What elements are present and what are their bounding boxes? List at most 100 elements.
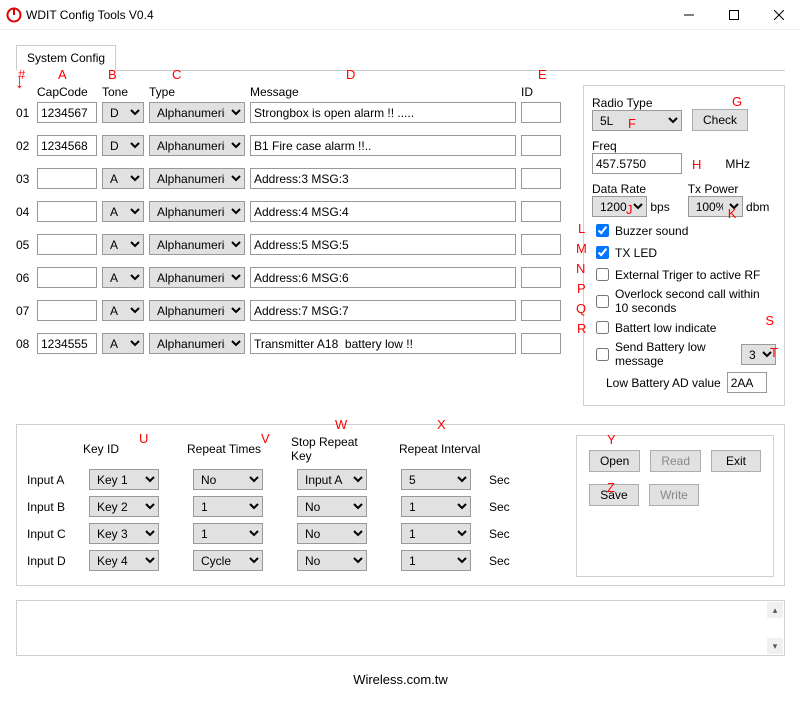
tone-select[interactable]: A: [102, 267, 144, 288]
repeattimes-select[interactable]: 1: [193, 523, 263, 544]
type-select[interactable]: Alphanumeric: [149, 234, 245, 255]
batterylow-label: Battert low indicate: [615, 321, 716, 335]
tone-select[interactable]: A: [102, 168, 144, 189]
type-select[interactable]: Alphanumeric: [149, 201, 245, 222]
scroll-down-icon[interactable]: ▾: [767, 638, 783, 654]
datarate-select[interactable]: 1200: [592, 196, 647, 217]
read-button[interactable]: Read: [650, 450, 701, 472]
header-id: ID: [521, 85, 561, 99]
capcode-input[interactable]: [37, 135, 97, 156]
id-input[interactable]: [521, 267, 561, 288]
repeatinterval-select[interactable]: 1: [401, 523, 471, 544]
batterylow-checkbox[interactable]: [596, 321, 609, 334]
externaltrigger-checkbox[interactable]: [596, 268, 609, 281]
capcode-input[interactable]: [37, 234, 97, 255]
maximize-button[interactable]: [711, 0, 756, 30]
keyid-select[interactable]: Key 4: [89, 550, 159, 571]
repeattimes-select[interactable]: Cycle: [193, 550, 263, 571]
type-select[interactable]: Alphanumeric: [149, 102, 245, 123]
scroll-up-icon[interactable]: ▴: [767, 602, 783, 618]
repeatinterval-select[interactable]: 5: [401, 469, 471, 490]
capcode-input[interactable]: [37, 300, 97, 321]
log-textarea[interactable]: ▴ ▾: [16, 600, 785, 656]
message-input[interactable]: [250, 300, 516, 321]
header-repeatinterval: Repeat Interval: [399, 442, 489, 456]
message-input[interactable]: [250, 168, 516, 189]
data-row: 03AAlphanumeric: [16, 168, 561, 189]
freq-input[interactable]: [592, 153, 682, 174]
id-input[interactable]: [521, 102, 561, 123]
repeattimes-select[interactable]: No: [193, 469, 263, 490]
data-row: 05AAlphanumeric: [16, 234, 561, 255]
message-input[interactable]: [250, 201, 516, 222]
id-input[interactable]: [521, 300, 561, 321]
data-row: 02DAlphanumeric: [16, 135, 561, 156]
data-row: 01DAlphanumeric: [16, 102, 561, 123]
repeatinterval-select[interactable]: 1: [401, 496, 471, 517]
exit-button[interactable]: Exit: [711, 450, 761, 472]
keyid-select[interactable]: Key 3: [89, 523, 159, 544]
id-input[interactable]: [521, 168, 561, 189]
type-select[interactable]: Alphanumeric: [149, 135, 245, 156]
type-select[interactable]: Alphanumeric: [149, 300, 245, 321]
repeattimes-select[interactable]: 1: [193, 496, 263, 517]
tone-select[interactable]: A: [102, 201, 144, 222]
tone-select[interactable]: D: [102, 135, 144, 156]
freq-label: Freq: [592, 139, 617, 153]
radio-type-select[interactable]: 5L: [592, 110, 682, 131]
message-input[interactable]: [250, 102, 516, 123]
window-title: WDIT Config Tools V0.4: [26, 8, 666, 22]
capcode-input[interactable]: [37, 201, 97, 222]
txled-label: TX LED: [615, 246, 657, 260]
capcode-grid: # ↓ CapCode A Tone B Type C Message D ID…: [16, 85, 561, 406]
buzzer-checkbox[interactable]: [596, 224, 609, 237]
sendbattery-checkbox[interactable]: [596, 348, 609, 361]
capcode-input[interactable]: [37, 168, 97, 189]
message-input[interactable]: [250, 234, 516, 255]
titlebar: WDIT Config Tools V0.4: [0, 0, 801, 30]
stoprepeat-select[interactable]: No: [297, 523, 367, 544]
app-icon: [6, 7, 22, 23]
lowbattery-label: Low Battery AD value: [606, 376, 721, 390]
capcode-input[interactable]: [37, 267, 97, 288]
stoprepeat-select[interactable]: No: [297, 496, 367, 517]
radio-panel: Radio Type 5L F Check G Freq H MHz Data …: [583, 85, 785, 406]
type-select[interactable]: Alphanumeric: [149, 168, 245, 189]
keyid-select[interactable]: Key 2: [89, 496, 159, 517]
type-select[interactable]: Alphanumeric: [149, 267, 245, 288]
tone-select[interactable]: D: [102, 102, 144, 123]
lowbattery-input[interactable]: [727, 372, 767, 393]
header-type: Type: [149, 85, 245, 99]
txpower-unit: dbm: [746, 200, 769, 214]
keyid-select[interactable]: Key 1: [89, 469, 159, 490]
id-input[interactable]: [521, 201, 561, 222]
tone-select[interactable]: A: [102, 300, 144, 321]
write-button[interactable]: Write: [649, 484, 699, 506]
repeatinterval-select[interactable]: 1: [401, 550, 471, 571]
capcode-input[interactable]: [37, 102, 97, 123]
message-input[interactable]: [250, 267, 516, 288]
externaltrigger-label: External Triger to active RF: [615, 268, 760, 282]
id-input[interactable]: [521, 135, 561, 156]
check-button[interactable]: Check: [692, 109, 748, 131]
txled-checkbox[interactable]: [596, 246, 609, 259]
overlock-label: Overlock second call within 10 seconds: [615, 287, 776, 315]
overlock-checkbox[interactable]: [596, 295, 609, 308]
header-capcode: CapCode: [37, 85, 97, 99]
open-button[interactable]: Open: [589, 450, 640, 472]
data-row: 04AAlphanumeric: [16, 201, 561, 222]
stoprepeat-select[interactable]: Input A: [297, 469, 367, 490]
tone-select[interactable]: A: [102, 333, 144, 354]
capcode-input[interactable]: [37, 333, 97, 354]
close-button[interactable]: [756, 0, 801, 30]
tone-select[interactable]: A: [102, 234, 144, 255]
id-input[interactable]: [521, 234, 561, 255]
minimize-button[interactable]: [666, 0, 711, 30]
message-input[interactable]: [250, 333, 516, 354]
message-input[interactable]: [250, 135, 516, 156]
id-input[interactable]: [521, 333, 561, 354]
stoprepeat-select[interactable]: No: [297, 550, 367, 571]
type-select[interactable]: Alphanumeric: [149, 333, 245, 354]
freq-unit: MHz: [725, 157, 750, 171]
key-config-grid: Key ID U Repeat Times V Stop Repeat Key …: [27, 435, 558, 577]
